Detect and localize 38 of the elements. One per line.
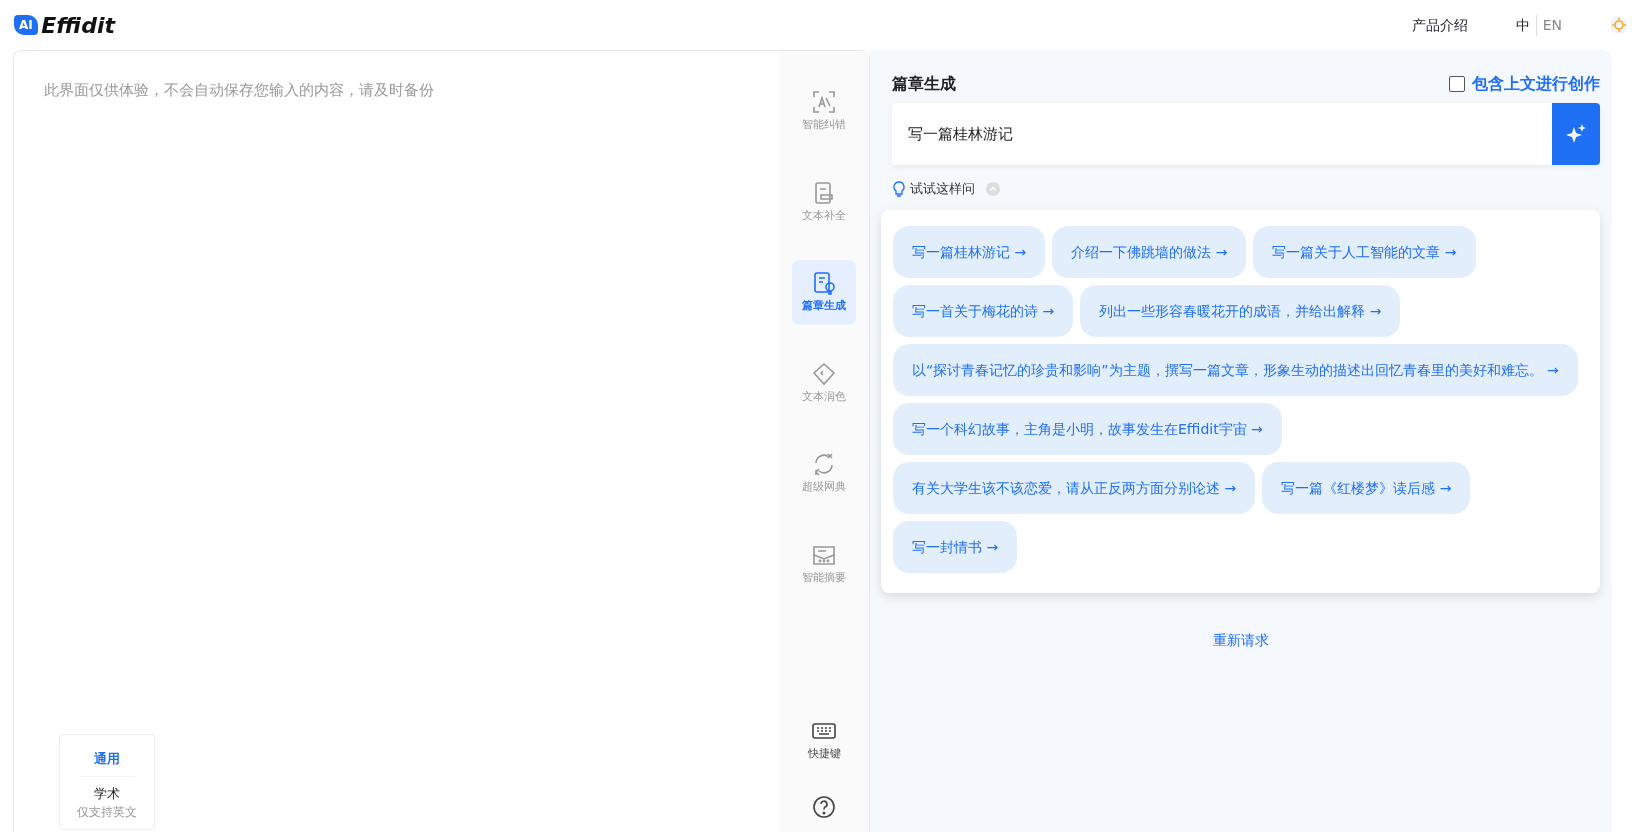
generate-button[interactable] bbox=[1552, 103, 1600, 165]
mode-option[interactable]: 通用 bbox=[60, 749, 154, 769]
text-scan-icon bbox=[811, 89, 837, 115]
help-icon bbox=[811, 794, 837, 820]
suggestion-chip[interactable]: 写一篇桂林游记 → bbox=[893, 226, 1046, 278]
suggestion-chip[interactable]: 写一首关于梅花的诗 → bbox=[893, 285, 1074, 337]
logo-text: Effidit bbox=[41, 11, 116, 40]
mode-option[interactable]: 学术 bbox=[60, 783, 154, 803]
mode-note: 仅支持英文 bbox=[76, 804, 138, 821]
tool-button[interactable]: 文本润色 bbox=[792, 350, 856, 415]
logo-badge: AI bbox=[14, 15, 38, 35]
tool-button[interactable]: 篇章生成 bbox=[792, 260, 856, 325]
suggestion-chip[interactable]: 写一篇关于人工智能的文章 → bbox=[1253, 226, 1476, 278]
diamond-icon bbox=[811, 360, 837, 387]
nav-link[interactable]: 产品介绍 bbox=[1411, 14, 1468, 36]
tool-button[interactable]: 智能纠错 bbox=[792, 79, 856, 144]
tool-button[interactable]: 超级网典 bbox=[792, 441, 856, 506]
suggestion-chip[interactable]: 有关大学生该不该恋爱，请从正反两方面分别论述 → bbox=[893, 462, 1256, 514]
language-option[interactable]: 中 bbox=[1509, 14, 1536, 36]
sparkle-icon bbox=[1565, 123, 1587, 145]
tool-button[interactable]: 文本补全 bbox=[792, 169, 856, 234]
suggestion-chip[interactable]: 写一篇《红楼梦》读后感 → bbox=[1262, 462, 1471, 514]
retry-link[interactable]: 重新请求 bbox=[870, 630, 1612, 651]
lightbulb-icon bbox=[892, 180, 906, 197]
suggestion-chip[interactable]: 写一个科幻故事，主角是小明，故事发生在Effidit宇宙 → bbox=[893, 403, 1282, 455]
editor-card[interactable]: 此界面仅供体验，不会自动保存您输入的内容，请及时备份 通用 学术 仅支持英文 智能纠错 文本补全 篇章生成 文本润色 超级网典 智能摘要 快捷键 bbox=[13, 50, 870, 832]
theme-toggle-icon[interactable] bbox=[1610, 16, 1628, 34]
panel-title: 篇章生成 bbox=[892, 73, 956, 95]
tool-button[interactable]: 智能摘要 bbox=[792, 531, 856, 596]
suggestion-chip[interactable]: 介绍一下佛跳墙的做法 → bbox=[1052, 226, 1247, 278]
document-bulb-icon bbox=[811, 270, 837, 296]
context-checkbox[interactable]: 包含上文进行创作 bbox=[1449, 72, 1600, 96]
tool-button[interactable]: 快捷键 bbox=[792, 707, 856, 772]
language-option[interactable]: EN bbox=[1535, 14, 1568, 36]
suggestion-chip[interactable]: 写一封情书 → bbox=[893, 521, 1018, 573]
hint-text: 试试这样问 bbox=[909, 180, 975, 198]
suggestion-chip[interactable]: 列出一些形容春暖花开的成语，并给出解释 → bbox=[1080, 285, 1401, 337]
suggestion-chip[interactable]: 以“探讨青春记忆的珍贵和影响”为主题，撰写一篇文章，形象生动的描述出回忆青春里的美好和难忘。 → bbox=[893, 344, 1578, 396]
